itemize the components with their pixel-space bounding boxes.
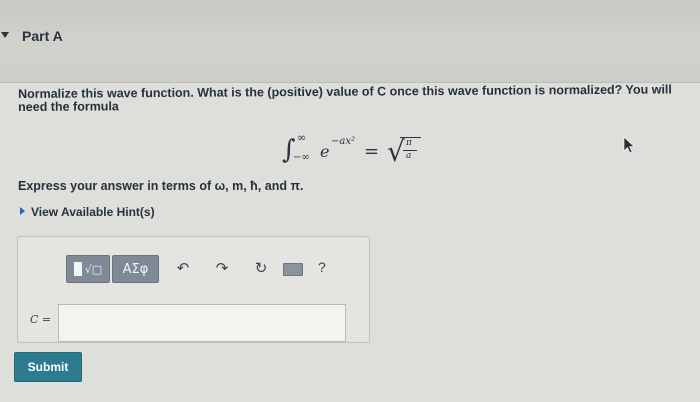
undo-icon[interactable]: ↶: [174, 259, 192, 277]
part-header[interactable]: Part A: [0, 0, 700, 83]
integral-upper-limit: ∞: [297, 131, 307, 144]
equals-sign: =: [364, 141, 380, 162]
part-title: Part A: [22, 28, 63, 44]
mouse-cursor-icon: [623, 136, 635, 154]
submit-button[interactable]: Submit: [14, 352, 82, 382]
fraction-denominator: a: [406, 151, 412, 161]
templates-label: √□: [84, 262, 103, 276]
answer-variable-label: C =: [30, 313, 52, 326]
exponential-base: e: [320, 142, 330, 161]
fraction-numerator: π: [406, 138, 412, 148]
expand-triangle-icon: [20, 207, 25, 215]
exponential-power: −ax²: [331, 136, 355, 147]
view-hints-link[interactable]: View Available Hint(s): [20, 205, 155, 219]
square-root-sign: √: [387, 135, 405, 168]
reset-icon[interactable]: ↻: [251, 259, 271, 277]
view-hints-label: View Available Hint(s): [31, 205, 155, 219]
help-icon[interactable]: ?: [318, 259, 326, 275]
redo-icon[interactable]: ↷: [213, 259, 231, 277]
answer-input[interactable]: [58, 304, 346, 342]
symbols-button[interactable]: ΑΣφ: [112, 255, 159, 283]
template-block-icon: [73, 262, 82, 276]
keyboard-shortcuts-icon[interactable]: [283, 263, 303, 276]
question-text: Normalize this wave function. What is th…: [17, 82, 672, 114]
express-answer-instruction: Express your answer in terms of ω, m, ħ,…: [18, 179, 304, 193]
collapse-arrow-icon[interactable]: [1, 32, 9, 38]
templates-button[interactable]: √□: [66, 255, 110, 283]
integral-lower-limit: −∞: [293, 152, 310, 163]
